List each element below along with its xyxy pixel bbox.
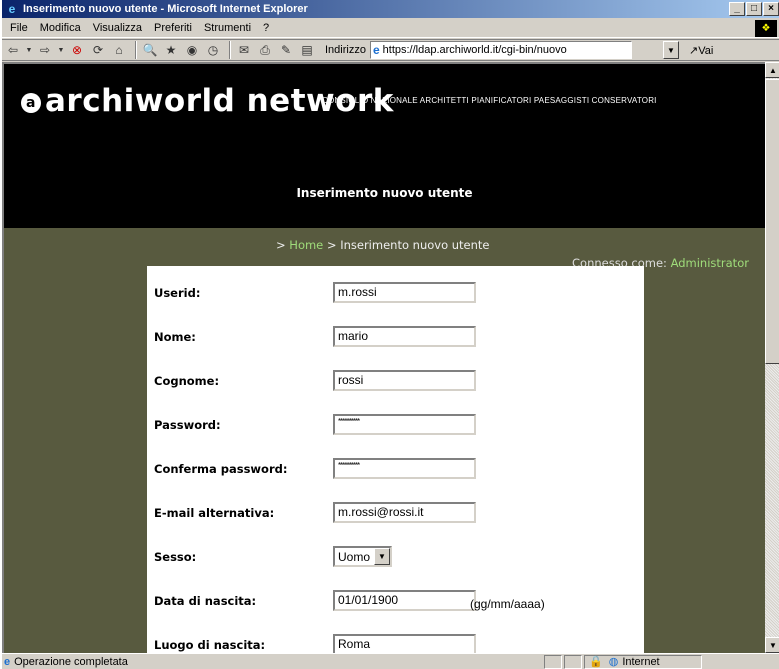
menu-visualizza[interactable]: Visualizza [87, 22, 148, 34]
nome-label: Nome: [154, 330, 196, 344]
breadcrumb-home-link[interactable]: Home [289, 238, 323, 252]
page-title: Inserimento nuovo utente [296, 186, 473, 200]
password-label: Password: [154, 418, 221, 432]
form-row-sesso: Sesso: Uomo ▼ [147, 544, 644, 568]
zone-label: Internet [622, 655, 660, 668]
cognome-input[interactable]: rossi [333, 370, 476, 391]
password-input[interactable]: ********** [333, 414, 476, 435]
birthplace-label: Luogo di nascita: [154, 638, 266, 652]
menu-help[interactable]: ? [257, 22, 275, 34]
address-url: https://ldap.archiworld.it/cgi-bin/nuovo [382, 44, 567, 56]
toolbar-separator [229, 41, 231, 59]
confirm-password-label: Conferma password: [154, 462, 288, 476]
windows-logo-icon: ❖ [755, 20, 777, 37]
toolbar-separator [135, 41, 137, 59]
birthdate-format-hint: (gg/mm/aaaa) [470, 597, 545, 611]
sesso-label: Sesso: [154, 550, 197, 564]
status-text: Operazione completata [14, 655, 128, 668]
menu-modifica[interactable]: Modifica [34, 22, 87, 34]
close-button[interactable]: × [763, 2, 779, 16]
breadcrumb: > Home > Inserimento nuovo utente [276, 238, 490, 252]
window-title: Inserimento nuovo utente - Microsoft Int… [23, 3, 308, 15]
site-tagline: CONSIGLIO NAZIONALE ARCHITETTI PIANIFICA… [322, 96, 657, 105]
address-dropdown-icon[interactable]: ▼ [662, 41, 679, 59]
menu-bar: File Modifica Visualizza Preferiti Strum… [2, 19, 779, 38]
page-viewport: a archiworld network CONSIGLIO NAZIONALE … [2, 62, 765, 653]
birthdate-input[interactable]: 01/01/1900 [333, 590, 476, 611]
sesso-select[interactable]: Uomo ▼ [333, 546, 392, 567]
site-header: a archiworld network CONSIGLIO NAZIONALE … [4, 64, 765, 228]
nome-input[interactable]: mario [333, 326, 476, 347]
refresh-icon[interactable]: ⟳ [89, 41, 107, 59]
menu-preferiti[interactable]: Preferiti [148, 22, 198, 34]
form-row-nome: Nome: mario [147, 324, 644, 348]
search-icon[interactable]: 🔍 [141, 41, 159, 59]
form-row-password: Password: ********** [147, 412, 644, 436]
birthplace-input[interactable]: Roma [333, 634, 476, 653]
menu-strumenti[interactable]: Strumenti [198, 22, 257, 34]
media-icon[interactable]: ◉ [183, 41, 201, 59]
minimize-button[interactable]: _ [729, 2, 745, 16]
form-row-cognome: Cognome: rossi [147, 368, 644, 392]
dropdown-arrow-icon[interactable]: ▼ [25, 41, 33, 59]
ie-logo-icon: e [8, 2, 16, 16]
title-bar: e Inserimento nuovo utente - Microsoft I… [2, 0, 779, 18]
chevron-down-icon[interactable]: ▼ [374, 548, 390, 565]
mail-icon[interactable]: ✉ [235, 41, 253, 59]
page-icon: e [372, 43, 380, 57]
form-row-birthplace: Luogo di nascita: Roma [147, 632, 644, 653]
new-user-form: Userid: m.rossi Nome: mario Cognome: ros… [147, 266, 644, 653]
maximize-button[interactable]: □ [746, 2, 762, 16]
vertical-scrollbar[interactable]: ▲ ▼ [765, 62, 779, 653]
dropdown-arrow-icon[interactable]: ▼ [57, 41, 65, 59]
print-icon[interactable]: ⎙ [256, 41, 274, 59]
favorites-icon[interactable]: ★ [162, 41, 180, 59]
window-controls: _ □ × [728, 2, 779, 16]
security-zone: 🔒 ◍ Internet [584, 654, 702, 669]
connected-user-link[interactable]: Administrator [671, 256, 749, 270]
form-row-confirm-password: Conferma password: ********** [147, 456, 644, 480]
scrollbar-thumb[interactable] [765, 79, 779, 364]
birthdate-label: Data di nascita: [154, 594, 257, 608]
go-label: Vai [698, 44, 714, 57]
form-row-email: E-mail alternativa: m.rossi@rossi.it [147, 500, 644, 524]
address-bar[interactable]: e https://ldap.archiworld.it/cgi-bin/nuo… [369, 41, 632, 59]
status-pane [564, 654, 582, 669]
page-done-icon: e [4, 655, 11, 668]
userid-input[interactable]: m.rossi [333, 282, 476, 303]
logo-mark-icon: a [21, 93, 41, 113]
confirm-password-input[interactable]: ********** [333, 458, 476, 479]
history-icon[interactable]: ◷ [204, 41, 222, 59]
back-icon[interactable]: ⇦ [4, 41, 22, 59]
sesso-selected-value: Uomo [338, 549, 371, 564]
email-input[interactable]: m.rossi@rossi.it [333, 502, 476, 523]
email-label: E-mail alternativa: [154, 506, 275, 520]
cognome-label: Cognome: [154, 374, 220, 388]
status-message: e Operazione completata [2, 656, 542, 668]
breadcrumb-prefix: > [276, 238, 290, 252]
go-button[interactable]: ↗Vai [689, 44, 713, 57]
stop-icon[interactable]: ⊗ [68, 41, 86, 59]
scroll-down-icon[interactable]: ▼ [765, 637, 779, 653]
form-row-birthdate: Data di nascita: 01/01/1900 (gg/mm/aaaa) [147, 588, 644, 612]
toolbar: ⇦ ▼ ⇨ ▼ ⊗ ⟳ ⌂ 🔍 ★ ◉ ◷ ✉ ⎙ ✎ ▤ Indirizzo … [2, 39, 779, 61]
status-pane [544, 654, 562, 669]
forward-icon[interactable]: ⇨ [36, 41, 54, 59]
internet-zone-icon: ◍ [608, 656, 619, 668]
userid-label: Userid: [154, 286, 201, 300]
address-label: Indirizzo [325, 44, 366, 56]
form-row-userid: Userid: m.rossi [147, 280, 644, 304]
menu-file[interactable]: File [4, 22, 34, 34]
status-bar: e Operazione completata 🔒 ◍ Internet [2, 653, 779, 669]
home-icon[interactable]: ⌂ [110, 41, 128, 59]
edit-icon[interactable]: ✎ [277, 41, 295, 59]
browser-window: e Inserimento nuovo utente - Microsoft I… [0, 0, 779, 669]
breadcrumb-current: > Inserimento nuovo utente [323, 238, 490, 252]
go-arrow-icon: ↗ [688, 44, 699, 57]
scroll-up-icon[interactable]: ▲ [765, 62, 779, 78]
lock-icon: 🔒 [589, 656, 603, 668]
discuss-icon[interactable]: ▤ [298, 41, 316, 59]
